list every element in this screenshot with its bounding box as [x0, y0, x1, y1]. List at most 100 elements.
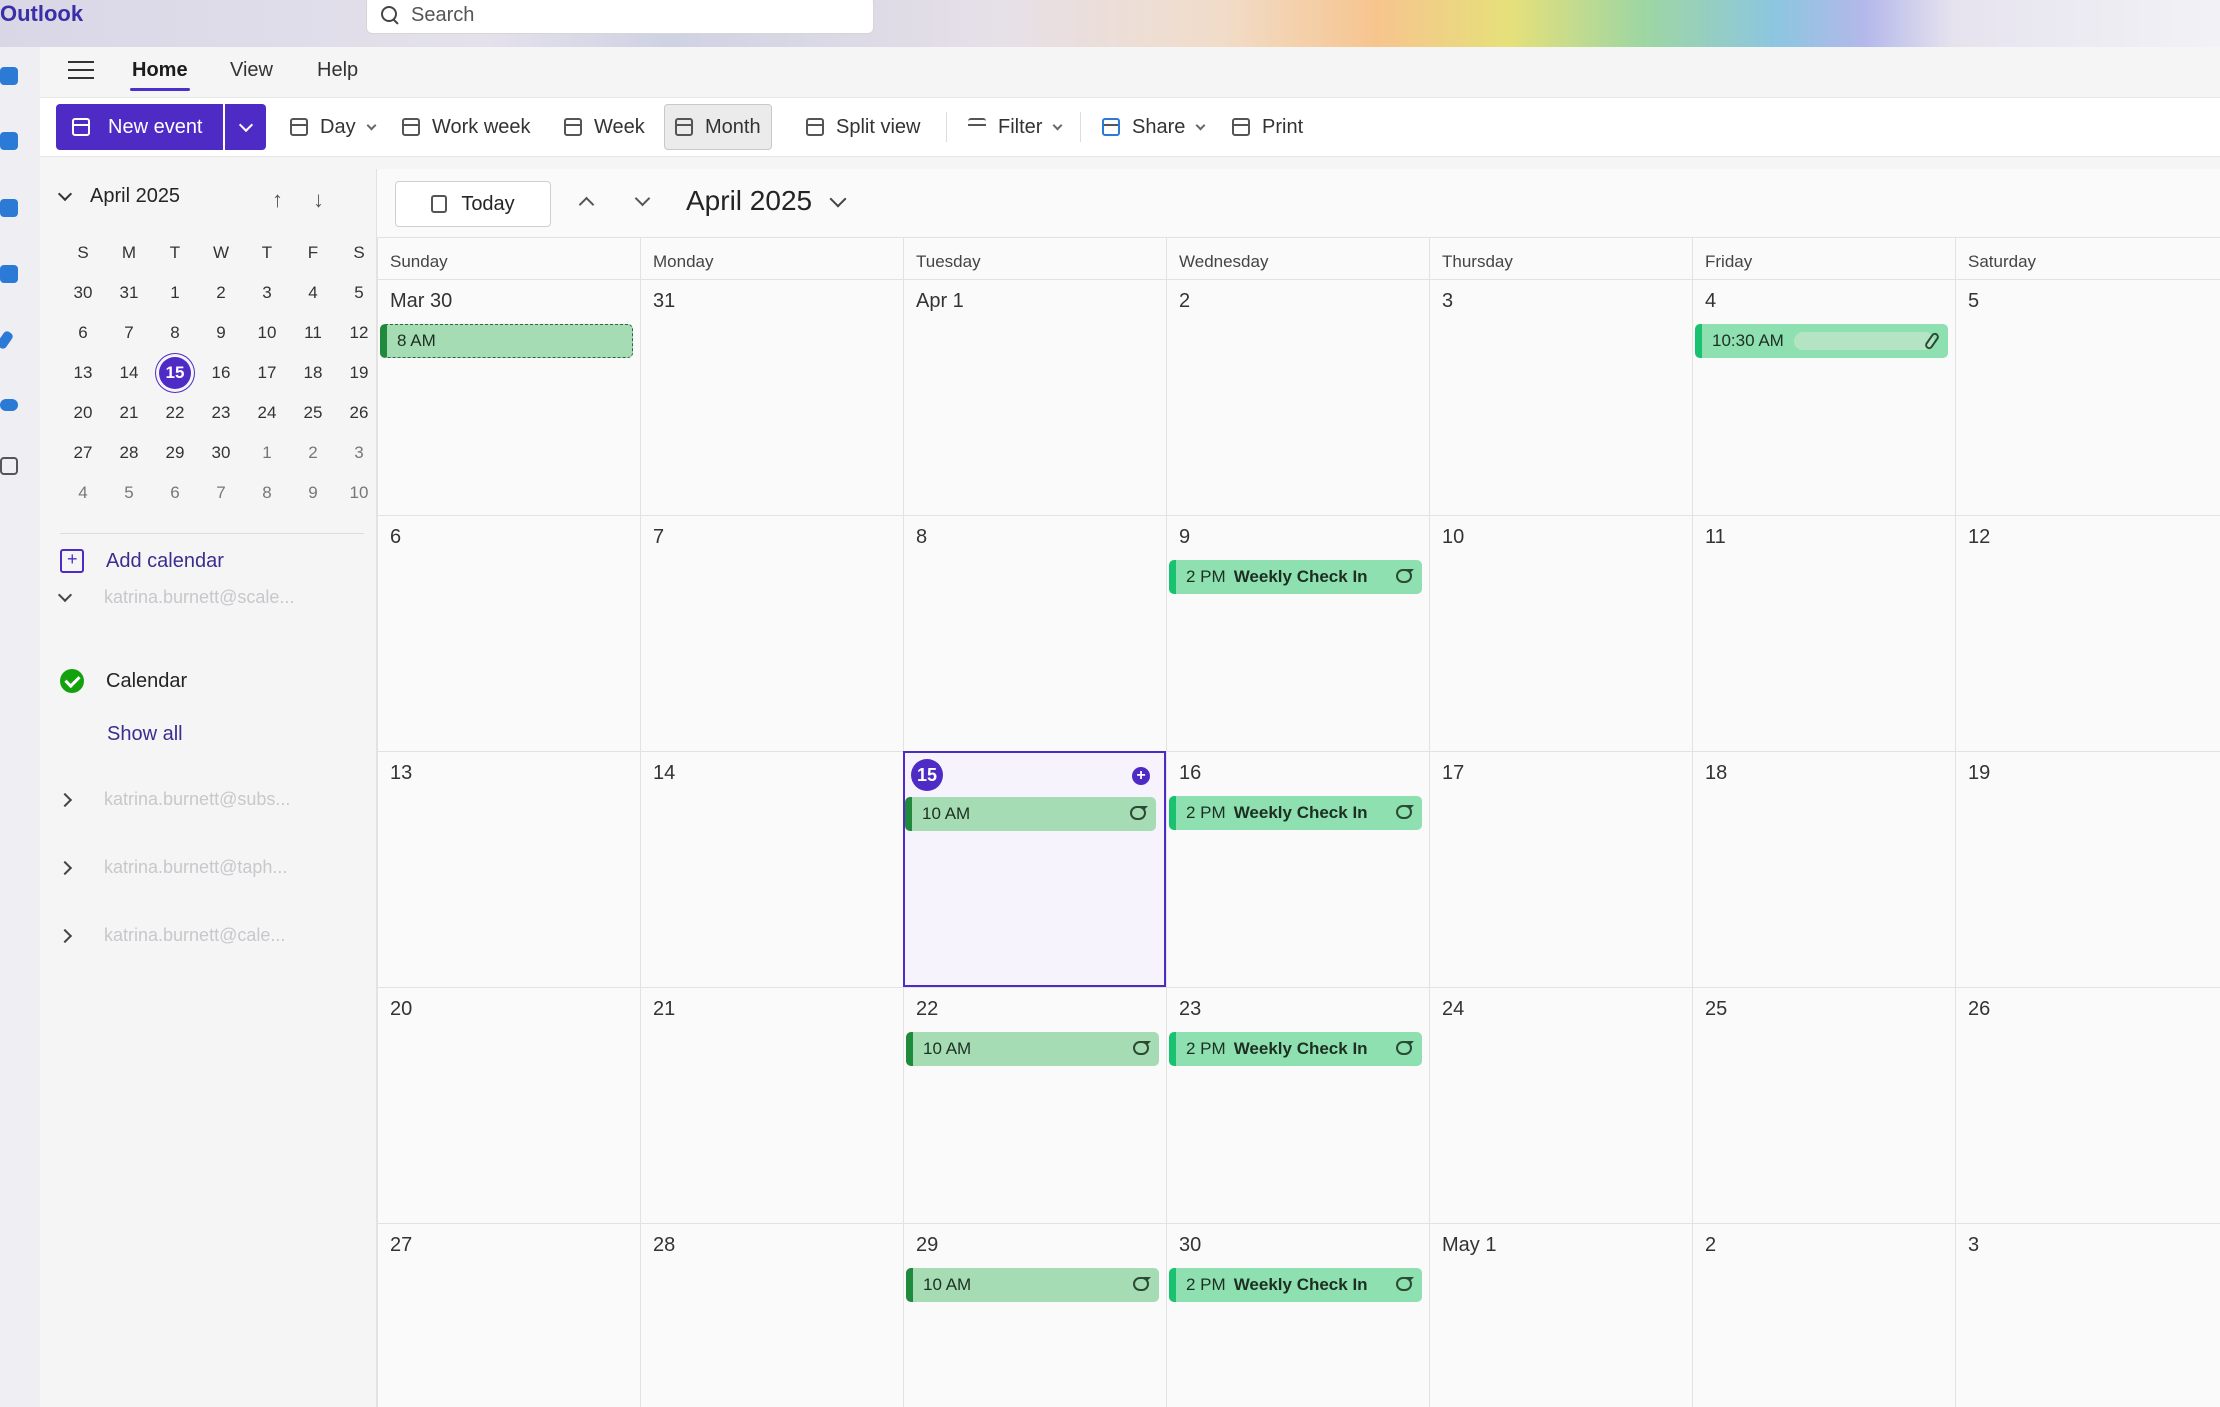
calendar-list-item[interactable]: Calendar [60, 669, 187, 693]
day-cell[interactable]: 4 10:30 AM [1692, 279, 1955, 515]
mini-day[interactable]: 1 [244, 433, 290, 473]
day-cell[interactable]: 9 2 PM Weekly Check In [1166, 515, 1429, 751]
filter-button[interactable]: Filter [958, 104, 1071, 150]
day-cell[interactable]: Mar 30 8 AM [377, 279, 640, 515]
day-cell[interactable]: 29 10 AM [903, 1223, 1166, 1407]
mini-day[interactable]: 29 [152, 433, 198, 473]
previous-month-arrow-icon[interactable]: ↑ [272, 187, 283, 213]
show-all-link[interactable]: Show all [107, 723, 183, 746]
day-cell[interactable]: 12 [1955, 515, 2220, 751]
day-cell[interactable]: 16 2 PM Weekly Check In [1166, 751, 1429, 987]
mini-day[interactable]: 3 [244, 273, 290, 313]
day-cell[interactable]: 5 [1955, 279, 2220, 515]
search-box[interactable]: Search [366, 0, 874, 34]
mini-day[interactable]: 4 [290, 273, 336, 313]
onedrive-icon[interactable] [0, 399, 18, 411]
mini-day[interactable]: 10 [244, 313, 290, 353]
calendar-event[interactable]: 2 PM Weekly Check In [1169, 1268, 1422, 1302]
mini-day[interactable]: 4 [60, 473, 106, 513]
day-cell[interactable]: 31 [640, 279, 903, 515]
mini-day[interactable]: 9 [198, 313, 244, 353]
day-cell[interactable]: 2 [1166, 279, 1429, 515]
mini-day[interactable]: 23 [198, 393, 244, 433]
people-icon[interactable] [0, 199, 18, 217]
calendar-event[interactable]: 8 AM [380, 324, 633, 358]
add-event-plus-icon[interactable]: + [1132, 767, 1150, 785]
mini-day[interactable]: 30 [60, 273, 106, 313]
mini-day[interactable]: 31 [106, 273, 152, 313]
next-month-arrow-icon[interactable]: ↓ [313, 187, 324, 213]
day-cell[interactable]: 10 [1429, 515, 1692, 751]
todo-icon[interactable] [0, 329, 15, 351]
day-cell[interactable]: May 1 [1429, 1223, 1692, 1407]
day-cell[interactable]: 14 [640, 751, 903, 987]
mini-day[interactable]: 9 [290, 473, 336, 513]
share-button[interactable]: Share [1092, 104, 1214, 150]
mini-day[interactable]: 17 [244, 353, 290, 393]
mini-day[interactable]: 30 [198, 433, 244, 473]
add-calendar-link[interactable]: Add calendar [60, 549, 224, 573]
day-cell[interactable]: 20 [377, 987, 640, 1223]
day-cell[interactable]: 17 [1429, 751, 1692, 987]
mini-day[interactable]: 2 [198, 273, 244, 313]
mini-day[interactable]: 20 [60, 393, 106, 433]
day-cell[interactable]: 18 [1692, 751, 1955, 987]
print-button[interactable]: Print [1222, 104, 1313, 150]
month-view-button[interactable]: Month [664, 104, 772, 150]
mini-day[interactable]: 6 [152, 473, 198, 513]
day-cell[interactable]: 13 [377, 751, 640, 987]
day-cell[interactable]: 3 [1955, 1223, 2220, 1407]
day-cell[interactable]: Apr 1 [903, 279, 1166, 515]
mini-day[interactable]: 8 [244, 473, 290, 513]
calendar-event[interactable]: 10:30 AM [1695, 324, 1948, 358]
day-cell[interactable]: 11 [1692, 515, 1955, 751]
mini-day[interactable]: 5 [106, 473, 152, 513]
day-cell[interactable]: 6 [377, 515, 640, 751]
mini-day[interactable]: 22 [152, 393, 198, 433]
mini-day[interactable]: 25 [290, 393, 336, 433]
calendar-icon[interactable] [0, 132, 18, 150]
day-cell[interactable]: 22 10 AM [903, 987, 1166, 1223]
tab-help[interactable]: Help [317, 59, 358, 82]
mini-day[interactable]: 2 [290, 433, 336, 473]
day-cell[interactable]: 25 [1692, 987, 1955, 1223]
tab-view[interactable]: View [230, 59, 273, 82]
day-cell[interactable]: 26 [1955, 987, 2220, 1223]
mini-calendar-header[interactable]: April 2025 [57, 185, 180, 208]
account-group-collapsed[interactable]: katrina.burnett@subs... [57, 789, 290, 810]
mini-day[interactable]: 11 [290, 313, 336, 353]
day-cell[interactable]: 21 [640, 987, 903, 1223]
day-cell[interactable]: 7 [640, 515, 903, 751]
mini-day[interactable]: 24 [244, 393, 290, 433]
day-cell[interactable]: 8 [903, 515, 1166, 751]
day-cell[interactable]: 23 2 PM Weekly Check In [1166, 987, 1429, 1223]
app-brand[interactable]: Outlook [0, 0, 83, 28]
account-group-collapsed[interactable]: katrina.burnett@taph... [57, 857, 287, 878]
day-cell[interactable]: 19 [1955, 751, 2220, 987]
calendar-event[interactable]: 10 AM [906, 1268, 1159, 1302]
month-title-picker[interactable]: April 2025 [686, 185, 847, 217]
mini-day[interactable]: 7 [198, 473, 244, 513]
mini-day-today[interactable]: 15 [152, 353, 198, 393]
calendar-event[interactable]: 10 AM [905, 797, 1156, 831]
new-event-button[interactable]: New event [56, 104, 223, 150]
mail-icon[interactable] [0, 67, 18, 85]
week-view-button[interactable]: Week [554, 104, 655, 150]
account-group-collapsed[interactable]: katrina.burnett@cale... [57, 925, 285, 946]
new-event-dropdown[interactable] [225, 104, 266, 150]
day-view-button[interactable]: Day [280, 104, 385, 150]
mini-day[interactable]: 8 [152, 313, 198, 353]
mini-day[interactable]: 21 [106, 393, 152, 433]
next-month-icon[interactable] [634, 190, 651, 207]
mini-day[interactable]: 18 [290, 353, 336, 393]
day-cell[interactable]: 2 [1692, 1223, 1955, 1407]
mini-day[interactable]: 14 [106, 353, 152, 393]
mini-day[interactable]: 16 [198, 353, 244, 393]
calendar-event[interactable]: 10 AM [906, 1032, 1159, 1066]
day-cell[interactable]: 30 2 PM Weekly Check In [1166, 1223, 1429, 1407]
account-group-expanded[interactable]: katrina.burnett@scale... [57, 587, 294, 608]
day-cell-today[interactable]: 15 + 10 AM [903, 751, 1166, 987]
day-cell[interactable]: 27 [377, 1223, 640, 1407]
calendar-event[interactable]: 2 PM Weekly Check In [1169, 796, 1422, 830]
today-button[interactable]: Today [395, 181, 551, 227]
